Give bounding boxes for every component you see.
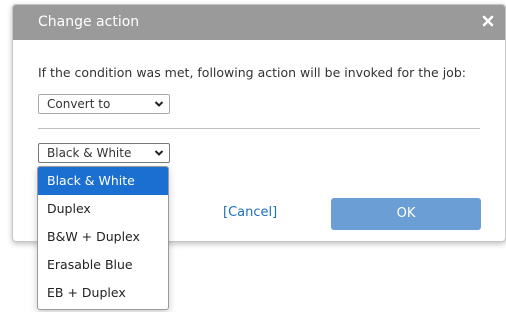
chevron-down-icon (154, 150, 164, 156)
dropdown-option-eb-duplex[interactable]: EB + Duplex (38, 279, 168, 307)
dialog-title: Change action (38, 14, 140, 30)
action-select[interactable]: Convert to (38, 94, 170, 114)
mode-select[interactable]: Black & White (38, 143, 170, 163)
dropdown-option-erasable-blue[interactable]: Erasable Blue (38, 251, 168, 279)
dropdown-option-duplex[interactable]: Duplex (38, 195, 168, 223)
dialog-titlebar: Change action (13, 5, 505, 40)
close-icon[interactable] (481, 14, 495, 28)
ok-button[interactable]: OK (331, 198, 481, 230)
mode-dropdown-list: Black & White Duplex B&W + Duplex Erasab… (37, 166, 169, 310)
dialog-prompt: If the condition was met, following acti… (38, 65, 466, 80)
chevron-down-icon (154, 101, 164, 107)
divider (38, 128, 480, 129)
dropdown-option-bw-duplex[interactable]: B&W + Duplex (38, 223, 168, 251)
cancel-link[interactable]: [Cancel] (223, 205, 277, 220)
action-select-value: Convert to (47, 97, 111, 111)
mode-select-value: Black & White (47, 146, 132, 160)
dropdown-option-black-white[interactable]: Black & White (38, 167, 168, 195)
